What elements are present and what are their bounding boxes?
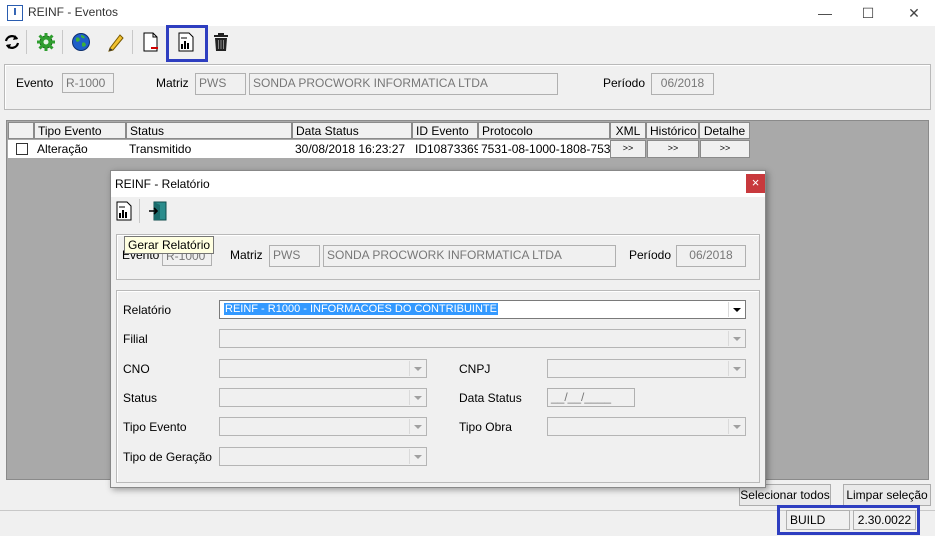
cell-data-status[interactable]: 30/08/2018 16:23:27 (292, 140, 412, 158)
grid-header-xml[interactable]: XML (610, 122, 646, 139)
dialog-title: REINF - Relatório (115, 177, 210, 191)
chevron-down-icon[interactable] (728, 419, 744, 434)
tipo-evento-select[interactable] (219, 417, 427, 436)
chevron-down-icon[interactable] (409, 419, 425, 434)
tipo-geracao-select[interactable] (219, 447, 427, 466)
grid-header-tipo-evento[interactable]: Tipo Evento (34, 122, 126, 139)
dialog-toolbar-separator (139, 199, 140, 223)
cnpj-select[interactable] (547, 359, 746, 378)
toolbar-separator (132, 30, 133, 54)
dialog-matriz-label: Matriz (230, 248, 263, 262)
grid-header-id-evento[interactable]: ID Evento (412, 122, 478, 139)
cnpj-label: CNPJ (459, 362, 491, 376)
relatorio-value: REINF - R1000 - INFORMACOES DO CONTRIBUI… (224, 303, 498, 315)
cno-select[interactable] (219, 359, 427, 378)
grid-header-protocolo[interactable]: Protocolo (478, 122, 610, 139)
grid-header-detalhe[interactable]: Detalhe (699, 122, 750, 139)
build-value: 2.30.0022 (853, 510, 916, 530)
trash-icon[interactable] (209, 30, 233, 54)
grid-header-status[interactable]: Status (126, 122, 292, 139)
cell-id-evento[interactable]: ID10873369 (412, 140, 478, 158)
tipo-evento-label: Tipo Evento (123, 420, 187, 434)
filial-select[interactable] (219, 329, 746, 348)
cell-tipo-evento[interactable]: Alteração (34, 140, 126, 158)
relatorio-label: Relatório (123, 303, 172, 317)
gerar-relatorio-icon[interactable] (112, 199, 136, 223)
close-button[interactable]: ✕ (899, 3, 929, 23)
matriz-label: Matriz (156, 76, 189, 90)
cell-status[interactable]: Transmitido (126, 140, 292, 158)
detalhe-button[interactable]: >> (700, 140, 750, 158)
window-title: REINF - Eventos (28, 5, 119, 19)
minimize-button[interactable]: — (810, 3, 840, 23)
report-icon[interactable] (174, 30, 198, 54)
dialog-periodo-label: Período (629, 248, 672, 262)
tooltip: Gerar Relatório (124, 236, 215, 254)
data-status-input[interactable]: __/__/____ (547, 388, 635, 407)
periodo-label: Período (603, 76, 646, 90)
evento-label: Evento (16, 76, 54, 90)
new-document-icon[interactable] (139, 30, 163, 54)
matriz-name-field: SONDA PROCWORK INFORMATICA LTDA (249, 73, 558, 95)
row-checkbox[interactable] (16, 143, 28, 155)
chevron-down-icon[interactable] (728, 302, 744, 317)
xml-button[interactable]: >> (610, 140, 646, 158)
app-icon: I (7, 5, 23, 21)
refresh-icon[interactable] (0, 30, 24, 54)
grid-header-historico[interactable]: Histórico (646, 122, 699, 139)
chevron-down-icon[interactable] (728, 361, 744, 376)
dialog-matriz-code-field: PWS (269, 245, 320, 267)
tipo-obra-label: Tipo Obra (459, 420, 512, 434)
gear-icon[interactable] (34, 30, 58, 54)
status-label: Status (123, 391, 158, 405)
evento-field: R-1000 (62, 73, 114, 93)
chevron-down-icon[interactable] (409, 361, 425, 376)
relatorio-select[interactable]: REINF - R1000 - INFORMACOES DO CONTRIBUI… (219, 300, 746, 319)
clear-selection-button[interactable]: Limpar seleção (843, 484, 931, 506)
pencil-icon[interactable] (104, 30, 128, 54)
toolbar-separator (62, 30, 63, 54)
cell-protocolo[interactable]: 7531-08-1000-1808-7531 (478, 140, 610, 158)
matriz-code-field: PWS (195, 73, 246, 95)
data-status-label: Data Status (459, 391, 522, 405)
grid-header-data-status[interactable]: Data Status (292, 122, 412, 139)
exit-icon[interactable] (147, 199, 171, 223)
globe-icon[interactable] (69, 30, 93, 54)
tipo-obra-select[interactable] (547, 417, 746, 436)
cno-label: CNO (123, 362, 150, 376)
filial-label: Filial (123, 332, 148, 346)
maximize-button[interactable]: ☐ (853, 3, 883, 23)
periodo-field: 06/2018 (651, 73, 714, 95)
toolbar-separator (26, 30, 27, 54)
title-bar (0, 0, 935, 26)
dialog-matriz-name-field: SONDA PROCWORK INFORMATICA LTDA (323, 245, 616, 267)
chevron-down-icon[interactable] (728, 331, 744, 346)
build-label: BUILD (786, 510, 850, 530)
chevron-down-icon[interactable] (409, 449, 425, 464)
chevron-down-icon[interactable] (409, 390, 425, 405)
row-checkbox-cell (8, 140, 34, 158)
dialog-periodo-field: 06/2018 (676, 245, 746, 267)
dialog-close-button[interactable]: × (746, 174, 765, 193)
historico-button[interactable]: >> (647, 140, 699, 158)
grid-header-checkbox (8, 122, 34, 139)
status-select[interactable] (219, 388, 427, 407)
tipo-geracao-label: Tipo de Geração (123, 450, 212, 464)
